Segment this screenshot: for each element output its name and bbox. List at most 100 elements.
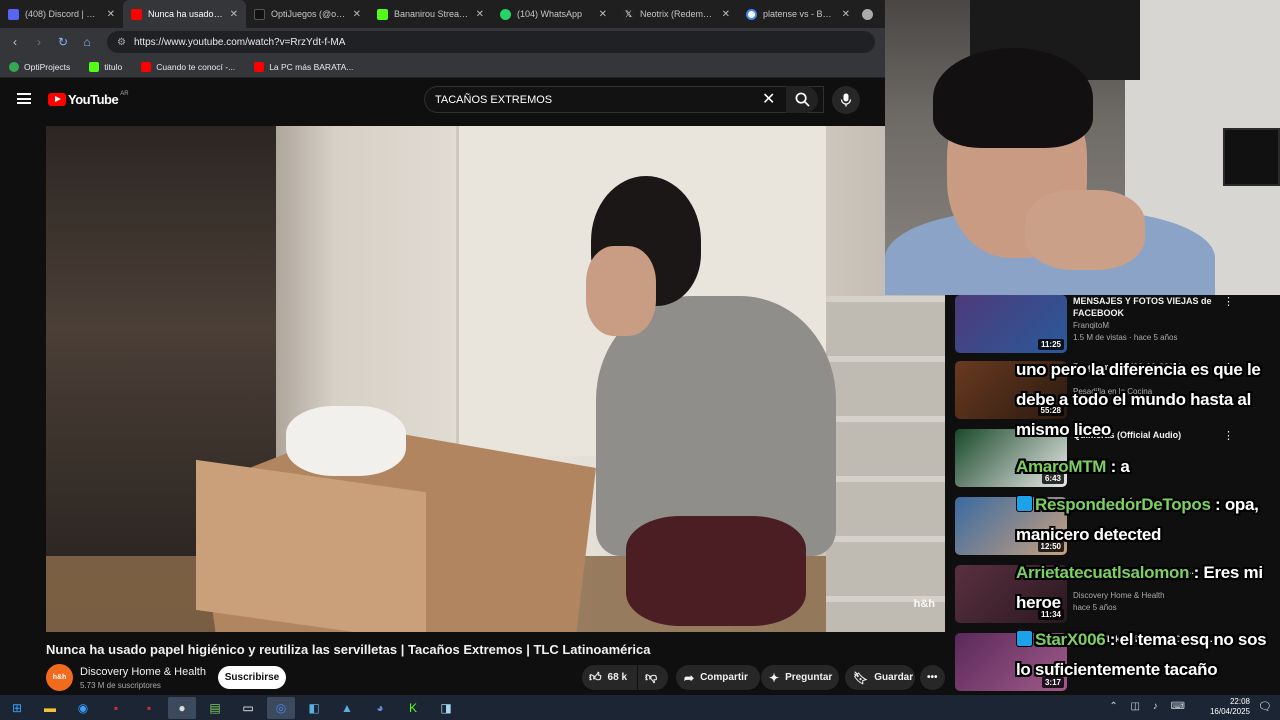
channel-watermark: h&h bbox=[913, 598, 935, 610]
kick-icon bbox=[89, 61, 100, 72]
url-field[interactable]: ⚙ https://www.youtube.com/watch?v=RrzYdt… bbox=[107, 31, 875, 53]
thumbs-down-icon: 👎︎ bbox=[645, 670, 658, 684]
kick-icon[interactable]: K bbox=[399, 697, 427, 719]
chat-message: StarX006 : el tema esq no sos lo suficie… bbox=[1016, 630, 1267, 679]
channel-avatar[interactable]: h&h bbox=[46, 664, 73, 691]
photos-icon[interactable]: ▲ bbox=[333, 697, 361, 719]
subscribe-button[interactable]: Suscribirse bbox=[218, 666, 286, 689]
recommendation-item[interactable]: 11:25 MENSAJES Y FOTOS VIEJAS de FACEBOO… bbox=[955, 295, 1280, 355]
app-icon[interactable]: ▪ bbox=[102, 697, 130, 719]
bookmark-titulo[interactable]: titulo bbox=[89, 61, 122, 72]
subscriber-count: 5.73 M de suscriptores bbox=[80, 681, 161, 690]
reload-icon[interactable]: ↻ bbox=[51, 35, 75, 49]
notepad-icon[interactable]: ▤ bbox=[201, 697, 229, 719]
home-icon[interactable]: ⌂ bbox=[75, 35, 99, 49]
close-icon[interactable]: ✕ bbox=[353, 9, 361, 20]
tab-label: OptiJuegos (@optiju bbox=[271, 9, 347, 19]
dislike-button[interactable]: 👎︎ bbox=[638, 665, 668, 690]
optiprojects-icon bbox=[9, 61, 19, 72]
tab-discord[interactable]: (408) Discord | @que ✕ bbox=[0, 0, 123, 28]
clear-search-icon[interactable]: ✕ bbox=[762, 89, 775, 109]
discord-icon bbox=[8, 8, 19, 20]
windows-taskbar: ⊞ ▬ ◉ ▪ ▪ ● ▤ ▭ ◎ ◧ ▲ ◕ K ◨ ⌃ ◫ ♪ ⌨ 22:0… bbox=[0, 695, 1280, 720]
voice-search-button[interactable] bbox=[832, 86, 860, 114]
recommendation-channel[interactable]: FranqitoM bbox=[1073, 321, 1109, 330]
video-title: Nunca ha usado papel higiénico y reutili… bbox=[46, 642, 651, 657]
close-icon[interactable]: ✕ bbox=[230, 9, 238, 20]
tab-x[interactable]: 𝕏 Neotrix (Redemption ✕ bbox=[615, 0, 738, 28]
bookmark-optiprojects[interactable]: OptiProjects bbox=[9, 61, 70, 72]
save-label: Guardar bbox=[874, 672, 914, 683]
recommendation-title[interactable]: MENSAJES Y FOTOS VIEJAS de FACEBOOK bbox=[1073, 295, 1223, 319]
address-bar-row: ‹ › ↻ ⌂ ⚙ https://www.youtube.com/watch?… bbox=[0, 28, 885, 56]
more-actions-button[interactable]: ••• bbox=[920, 665, 945, 690]
system-tray-icons[interactable]: ⌃ ◫ ♪ ⌨ bbox=[1109, 701, 1190, 712]
channel-name[interactable]: Discovery Home & Health bbox=[80, 666, 206, 678]
close-icon[interactable]: ✕ bbox=[599, 9, 607, 20]
tab-whatsapp[interactable]: (104) WhatsApp ✕ bbox=[492, 0, 615, 28]
tab-tiktok[interactable]: OptiJuegos (@optiju ✕ bbox=[246, 0, 369, 28]
whatsapp-icon bbox=[500, 8, 511, 20]
like-button[interactable]: 👍︎ 68 k bbox=[582, 665, 637, 690]
share-icon: ➦ bbox=[684, 670, 695, 685]
chat-message: AmaroMTM : a bbox=[1016, 457, 1130, 476]
avatar-text: h&h bbox=[52, 674, 67, 681]
back-icon[interactable]: ‹ bbox=[3, 35, 27, 49]
thumbs-up-icon: 👍︎ bbox=[589, 670, 602, 684]
ask-button[interactable]: ✦ Preguntar bbox=[761, 665, 839, 690]
notification-icon[interactable]: 🗨︎ bbox=[1258, 700, 1272, 713]
tab-label: Bananirou Stream - V bbox=[394, 9, 470, 19]
video-player[interactable]: h&h bbox=[46, 126, 945, 632]
site-info-icon[interactable]: ⚙ bbox=[117, 37, 126, 48]
close-icon[interactable]: ✕ bbox=[107, 9, 115, 20]
bookmark-pc-barata[interactable]: La PC más BARATA... bbox=[254, 61, 354, 72]
youtube-icon bbox=[141, 61, 152, 72]
chat-badge-icon bbox=[1016, 495, 1033, 512]
edge-icon[interactable]: ◉ bbox=[69, 697, 97, 719]
bookmark-label: La PC más BARATA... bbox=[269, 61, 354, 72]
video-thumbnail[interactable]: 11:25 bbox=[955, 295, 1067, 353]
chat-message: Arrietatecuatlsalomon : Eres mi heroe bbox=[1016, 563, 1263, 612]
chat-text: uno pero la diferencia es que le debe a … bbox=[1016, 360, 1261, 439]
forward-icon[interactable]: › bbox=[27, 35, 51, 49]
menu-icon[interactable] bbox=[17, 93, 31, 104]
chat-username: StarX006 bbox=[1035, 630, 1106, 649]
search-icon bbox=[795, 92, 810, 107]
app-icon[interactable]: ◨ bbox=[432, 697, 460, 719]
close-icon[interactable]: ✕ bbox=[476, 9, 484, 20]
youtube-logo[interactable]: YouTube AR bbox=[48, 91, 129, 107]
terminal-icon[interactable]: ▭ bbox=[234, 697, 262, 719]
webcam-hair bbox=[933, 48, 1093, 148]
chrome-icon[interactable]: ◎ bbox=[267, 696, 295, 719]
save-button[interactable]: 🔖︎ Guardar bbox=[845, 665, 915, 690]
file-explorer-icon[interactable]: ▬ bbox=[36, 697, 64, 719]
close-icon[interactable]: ✕ bbox=[842, 9, 850, 20]
video-frame-shelf bbox=[826, 296, 945, 632]
discord-icon[interactable]: ◕ bbox=[366, 697, 394, 719]
tab-google[interactable]: platense vs - Buscar ✕ bbox=[738, 0, 858, 28]
tab-more[interactable] bbox=[858, 0, 882, 28]
tab-label: platense vs - Buscar bbox=[763, 9, 836, 19]
search-button[interactable] bbox=[786, 86, 818, 113]
app-icon[interactable]: ▪ bbox=[135, 697, 163, 719]
kebab-menu-icon[interactable]: ⋮ bbox=[1223, 295, 1234, 308]
chat-message: uno pero la diferencia es que le debe a … bbox=[1016, 355, 1278, 445]
tab-label: (408) Discord | @que bbox=[25, 9, 101, 19]
obs-icon[interactable]: ● bbox=[168, 696, 196, 719]
bookmarks-bar: OptiProjects titulo Cuando te conocí -..… bbox=[0, 56, 885, 78]
clock[interactable]: 22:08 16/04/2025 bbox=[1210, 697, 1250, 717]
clock-date: 16/04/2025 bbox=[1209, 707, 1250, 716]
microphone-icon bbox=[840, 93, 852, 107]
tab-kick[interactable]: Bananirou Stream - V ✕ bbox=[369, 0, 492, 28]
windows-start-icon[interactable]: ⊞ bbox=[3, 697, 31, 719]
webcam-hand bbox=[1025, 190, 1145, 270]
app-icon[interactable]: ◧ bbox=[300, 697, 328, 719]
tab-label: Nunca ha usado pape bbox=[148, 9, 224, 19]
close-icon[interactable]: ✕ bbox=[722, 9, 730, 20]
google-icon bbox=[746, 8, 757, 20]
youtube-header: YouTube AR TACAÑOS EXTREMOS ✕ bbox=[0, 78, 885, 122]
bookmark-cuando-te-conoci[interactable]: Cuando te conocí -... bbox=[141, 61, 235, 72]
share-button[interactable]: ➦ Compartir bbox=[676, 665, 760, 690]
tab-youtube-video[interactable]: Nunca ha usado pape ✕ bbox=[123, 0, 246, 28]
chat-username: AmaroMTM bbox=[1016, 457, 1107, 476]
